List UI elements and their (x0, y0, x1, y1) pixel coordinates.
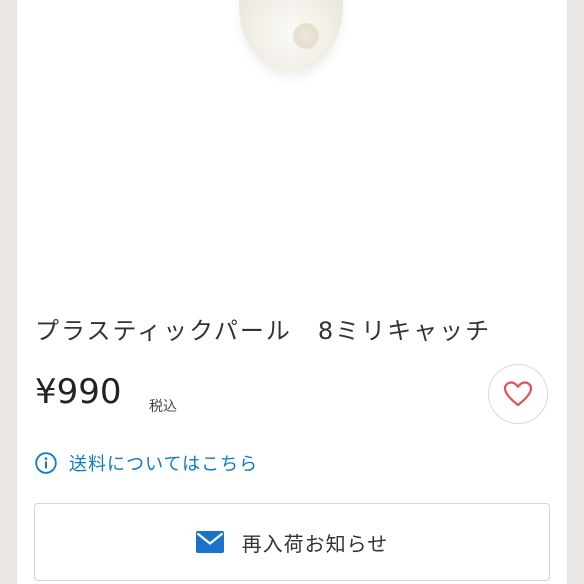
product-page: プラスティックパール 8ミリキャッチ ¥990 税込 送料についてはこちら 再入… (17, 0, 567, 584)
shipping-info-link[interactable]: 送料についてはこちら (35, 450, 258, 476)
restock-notify-label: 再入荷お知らせ (241, 531, 389, 556)
mail-icon (195, 531, 224, 553)
price: ¥990 (35, 372, 122, 412)
pearl-highlight (293, 23, 319, 49)
tax-label: 税込 (149, 399, 177, 415)
favorite-button[interactable] (488, 364, 548, 424)
shipping-info-label: 送料についてはこちら (69, 454, 259, 475)
heart-icon (503, 381, 533, 407)
product-image[interactable] (17, 0, 567, 290)
restock-notify-button[interactable]: 再入荷お知らせ (34, 503, 550, 581)
product-title: プラスティックパール 8ミリキャッチ (35, 317, 492, 345)
info-icon (35, 452, 57, 474)
pearl-image (239, 0, 343, 72)
